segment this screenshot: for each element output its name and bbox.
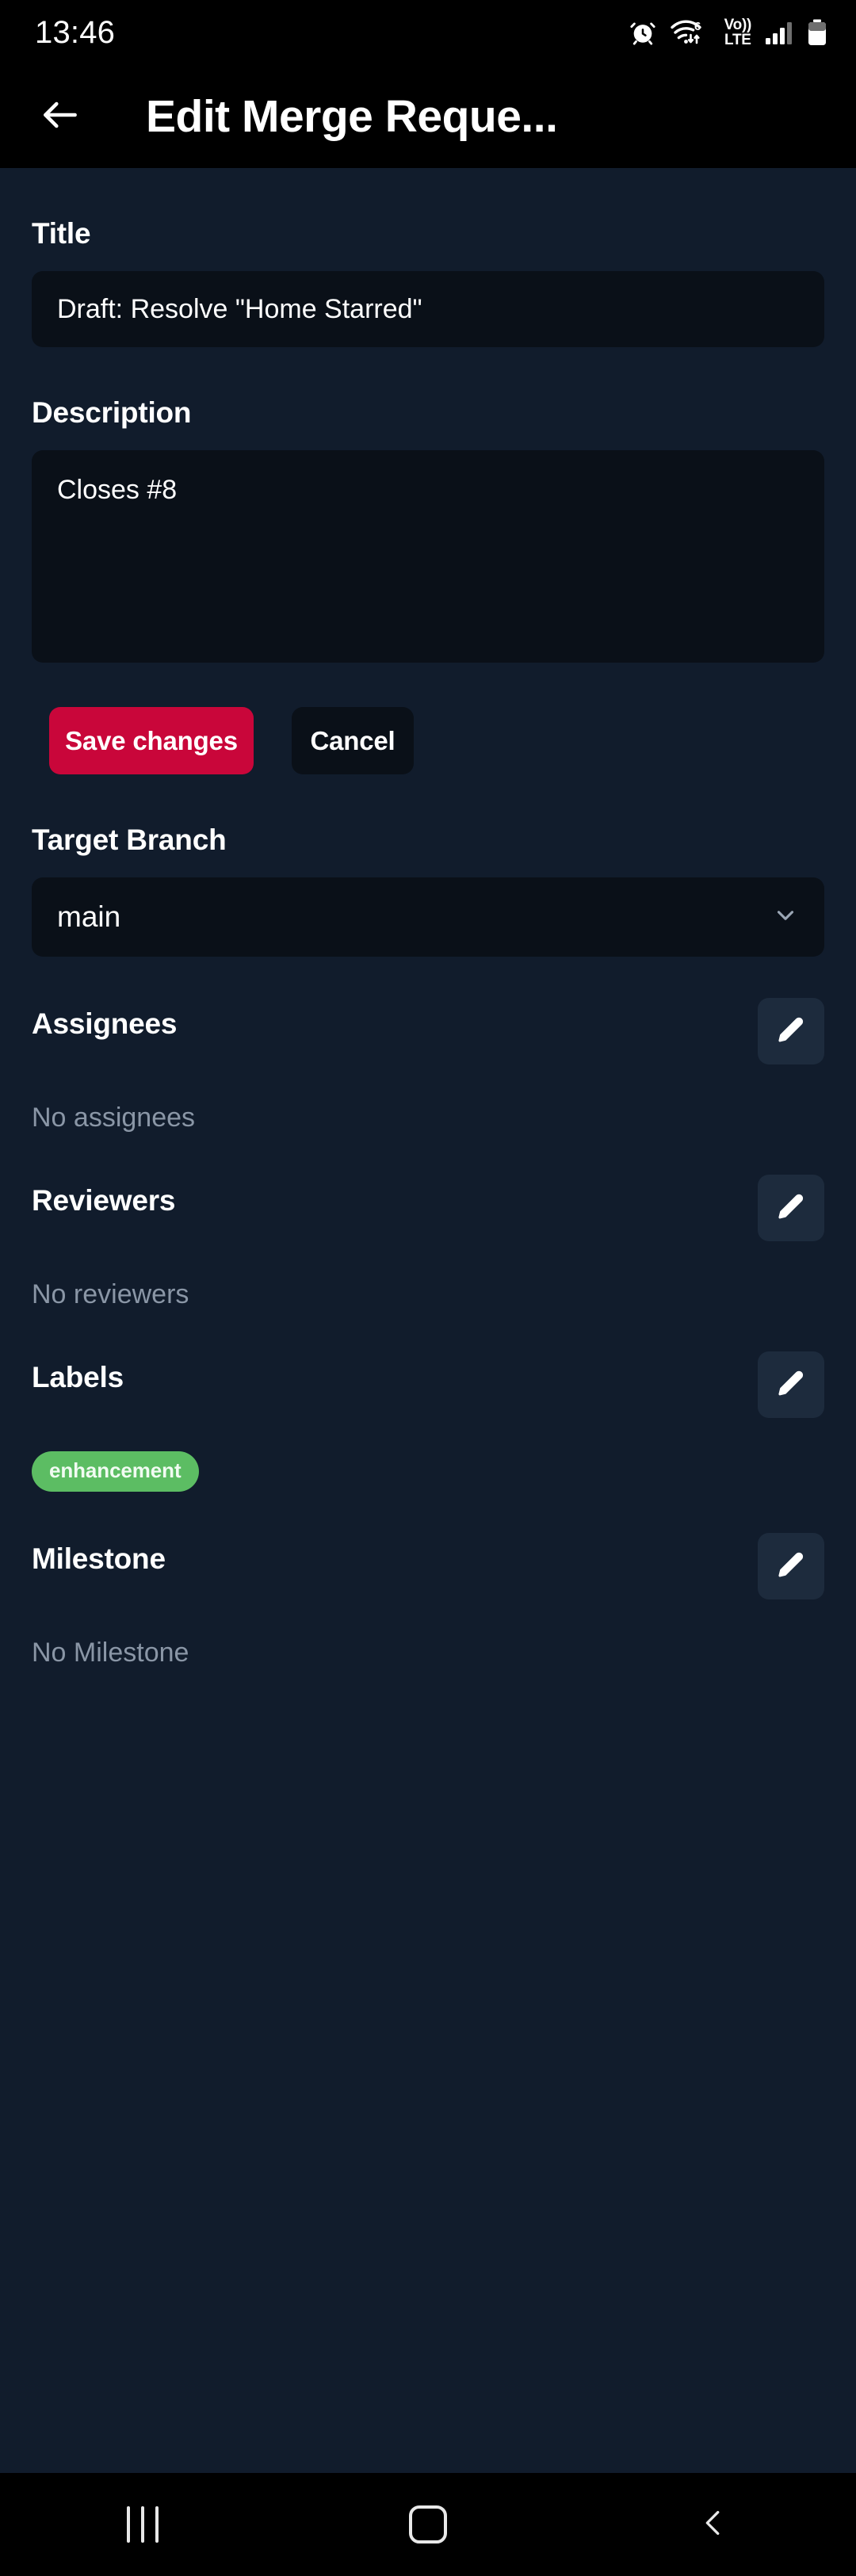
reviewers-label: Reviewers bbox=[32, 1184, 176, 1217]
pencil-icon bbox=[775, 1015, 807, 1049]
description-textarea[interactable]: Closes #8 bbox=[32, 450, 824, 663]
alarm-icon bbox=[629, 19, 656, 46]
svg-text:6: 6 bbox=[694, 20, 701, 33]
wifi-6-icon: 6 bbox=[670, 18, 711, 47]
milestone-empty-text: No Milestone bbox=[32, 1638, 189, 1668]
form-actions: Save changes Cancel bbox=[32, 707, 824, 774]
system-back-button[interactable] bbox=[642, 2473, 785, 2576]
edit-labels-button[interactable] bbox=[758, 1351, 824, 1418]
assignees-empty-text: No assignees bbox=[32, 1103, 196, 1133]
signal-bars-icon bbox=[765, 20, 793, 45]
pencil-icon bbox=[775, 1191, 807, 1225]
description-field-label: Description bbox=[32, 396, 192, 429]
save-changes-button[interactable]: Save changes bbox=[49, 707, 254, 774]
target-branch-select[interactable]: main bbox=[32, 877, 824, 957]
edit-assignees-button[interactable] bbox=[758, 998, 824, 1064]
assignees-header: Assignees bbox=[32, 998, 824, 1064]
android-navigation-bar bbox=[0, 2473, 856, 2576]
phone-screen: 13:46 6 Vo)) LTE Edit Merge Reque... Tit… bbox=[0, 0, 856, 2576]
status-bar-icons: 6 Vo)) LTE bbox=[629, 17, 827, 48]
home-icon bbox=[409, 2505, 447, 2544]
labels-section: Labels enhancement bbox=[32, 1351, 824, 1492]
form-content: Title Draft: Resolve "Home Starred" Desc… bbox=[0, 168, 856, 2473]
labels-header: Labels bbox=[32, 1351, 824, 1418]
reviewers-section: Reviewers No reviewers bbox=[32, 1175, 824, 1310]
title-input-value: Draft: Resolve "Home Starred" bbox=[57, 293, 422, 324]
title-input[interactable]: Draft: Resolve "Home Starred" bbox=[32, 271, 824, 347]
status-bar-clock: 13:46 bbox=[35, 14, 116, 50]
assignees-label: Assignees bbox=[32, 1007, 178, 1040]
arrow-left-icon bbox=[38, 93, 82, 141]
labels-list: enhancement bbox=[32, 1451, 824, 1492]
edit-reviewers-button[interactable] bbox=[758, 1175, 824, 1241]
battery-icon bbox=[807, 19, 827, 46]
edit-milestone-button[interactable] bbox=[758, 1533, 824, 1599]
assignees-section: Assignees No assignees bbox=[32, 998, 824, 1133]
cancel-button[interactable]: Cancel bbox=[292, 707, 414, 774]
target-branch-value: main bbox=[57, 900, 121, 933]
label-badge[interactable]: enhancement bbox=[32, 1451, 199, 1492]
chevron-left-icon bbox=[695, 2505, 732, 2545]
title-field-label: Title bbox=[32, 217, 91, 250]
milestone-label: Milestone bbox=[32, 1542, 166, 1575]
home-button[interactable] bbox=[357, 2473, 499, 2576]
target-branch-label: Target Branch bbox=[32, 824, 227, 856]
recents-icon bbox=[127, 2506, 159, 2543]
page-title: Edit Merge Reque... bbox=[146, 91, 558, 142]
reviewers-header: Reviewers bbox=[32, 1175, 824, 1241]
pencil-icon bbox=[775, 1368, 807, 1402]
back-button[interactable] bbox=[24, 80, 97, 153]
milestone-header: Milestone bbox=[32, 1533, 824, 1599]
milestone-section: Milestone No Milestone bbox=[32, 1533, 824, 1668]
labels-label: Labels bbox=[32, 1361, 124, 1393]
status-bar: 13:46 6 Vo)) LTE bbox=[0, 0, 856, 65]
pencil-icon bbox=[775, 1550, 807, 1584]
recents-button[interactable] bbox=[71, 2473, 214, 2576]
app-bar: Edit Merge Reque... bbox=[0, 65, 856, 168]
volte-top-text: Vo)) bbox=[724, 17, 752, 33]
description-textarea-value: Closes #8 bbox=[57, 475, 178, 505]
volte-bottom-text: LTE bbox=[724, 32, 751, 48]
volte-icon: Vo)) LTE bbox=[724, 17, 752, 48]
reviewers-empty-text: No reviewers bbox=[32, 1279, 189, 1309]
chevron-down-icon bbox=[772, 902, 799, 933]
